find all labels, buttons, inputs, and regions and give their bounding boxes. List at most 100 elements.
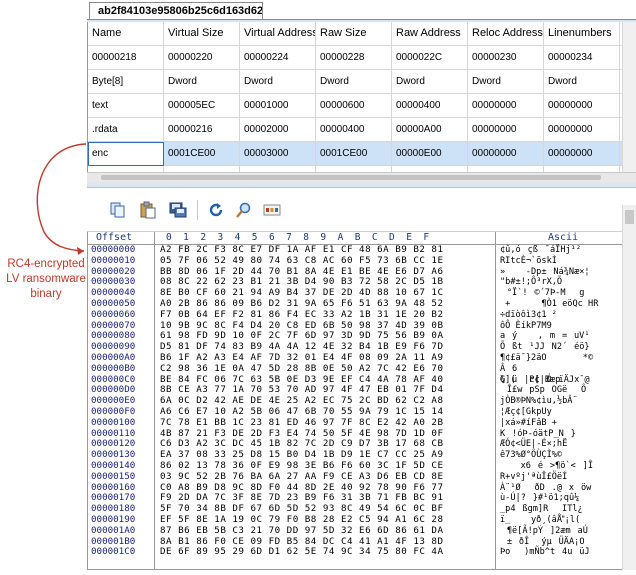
hex-bytes[interactable]: 05 7F 06 52 49 80 74 63 C8 AC 60 F5 73 6…	[160, 256, 443, 267]
hex-ascii[interactable]: °Ï`!©´7Þ-Mg	[500, 288, 591, 299]
table-offset-row[interactable]: 00000218 00000220 00000224 00000228 0000022C…	[88, 46, 636, 70]
table-cell[interactable]: 0001CE00	[316, 142, 392, 166]
table-cell[interactable]: Name	[88, 22, 164, 46]
hex-row[interactable]: 000001C0 DE 6F 89 95 29 6D D1 62 5E 74 9C…	[88, 547, 623, 558]
hex-ascii[interactable]: ê73%Ø°ÔÙ ÇÌ%©	[500, 450, 562, 461]
hex-ascii[interactable]: |xá» #íFâB +	[500, 418, 557, 429]
table-cell[interactable]: 00000000	[544, 142, 620, 166]
refresh-icon[interactable]	[207, 201, 225, 219]
table-cell[interactable]: 00000230	[468, 46, 544, 70]
table-cell[interactable]: 0001CE00	[164, 142, 240, 166]
hex-row[interactable]: 000001A0 87 B6 EB 5B C3 21 70 DD 97 5D 32…	[88, 526, 623, 537]
hex-ascii[interactable]: Õßt¹JJN2´éö}	[500, 342, 590, 353]
hex-ascii[interactable]: » -Dp±Ná¾Næ×¦	[500, 267, 590, 278]
hex-bytes[interactable]: 03 9C 52 2B 76 BA 6A 27 AA F9 CE A3 D6 E…	[160, 472, 443, 483]
table-cell[interactable]: Virtual Size	[164, 22, 240, 46]
table-cell[interactable]: 00001000	[240, 94, 316, 118]
hex-bytes[interactable]: F7 0B 64 EF F2 81 86 F4 EC 33 A2 1B 31 1…	[160, 310, 443, 321]
hex-row[interactable]: 00000010 05 7F 06 52 49 80 74 63 C8 AC 60…	[88, 256, 623, 267]
table-vertical-scrollbar[interactable]	[622, 22, 636, 172]
hex-row[interactable]: 000000B0 C2 98 36 1E 0A 47 5D 28 8B 0E 50…	[88, 364, 623, 375]
table-cell[interactable]: Dword	[392, 70, 468, 94]
table-cell[interactable]: 00000000	[468, 118, 544, 142]
hex-ascii[interactable]: Þo)mÑb^t4uüJ	[500, 547, 590, 558]
hex-ascii[interactable]: ¢û,óçß¯áÏHj¹²	[500, 245, 588, 256]
table-row[interactable]: text 000005EC 00001000 00000600 00000400 0000…	[88, 94, 636, 118]
table-cell[interactable]: Dword	[240, 70, 316, 94]
table-cell[interactable]: 00000400	[392, 94, 468, 118]
table-row[interactable]: enc 0001CE00 00003000 0001CE00 00000E00 00000…	[88, 142, 636, 166]
table-cell[interactable]: .rdata	[88, 118, 164, 142]
table-cell[interactable]: text	[88, 94, 164, 118]
search-icon[interactable]	[235, 201, 253, 219]
hex-row[interactable]: 00000150 03 9C 52 2B 76 BA 6A 27 AA F9 CE…	[88, 472, 623, 483]
hex-bytes[interactable]: DE 6F 89 95 29 6D D1 62 5E 74 9C 34 75 8…	[160, 547, 443, 558]
table-cell[interactable]: 00000A00	[392, 118, 468, 142]
hex-ascii[interactable]: x6é>¶ö`< ]Î	[500, 461, 593, 472]
hex-ascii[interactable]: ù-Ú|?}#¹ö1;qû¼	[500, 493, 586, 504]
hex-ascii[interactable]: ÆÓ¢<ÜE|-É×;hË	[500, 439, 567, 450]
hex-ascii[interactable]: "b#±!;Ô³rX,Õ	[500, 277, 562, 288]
hex-ascii[interactable]: ¾ü|c[ÓïÄJx¯@	[500, 375, 590, 386]
scrollbar-thumb[interactable]	[625, 210, 634, 224]
hex-row[interactable]: 00000060 F7 0B 64 EF F2 81 86 F4 EC 33 A2…	[88, 310, 623, 321]
table-cell[interactable]: Raw Size	[316, 22, 392, 46]
hex-bytes[interactable]: C2 98 36 1E 0A 47 5D 28 8B 0E 50 A2 7C 4…	[160, 364, 443, 375]
hex-ascii[interactable]: À¨¹ØðD.@xöw	[500, 483, 591, 494]
table-header-row[interactable]: Name Virtual Size Virtual Address Raw Size R…	[88, 22, 636, 46]
table-cell[interactable]: Raw Address	[392, 22, 468, 46]
table-type-row[interactable]: Byte[8]DwordDwordDwordDwordDwordDwordWo	[88, 70, 636, 94]
table-cell[interactable]: 00000220	[164, 46, 240, 70]
hex-ascii[interactable]: + ¶Ò1eöQcHR	[500, 299, 598, 310]
hex-ascii[interactable]: j ÒB®ÞN%¢ìu,½bÂ¨	[500, 396, 578, 407]
table-cell[interactable]: 00000E00	[392, 142, 468, 166]
table-cell[interactable]: 00000228	[316, 46, 392, 70]
table-cell[interactable]: Dword	[164, 70, 240, 94]
table-cell[interactable]: 00000218	[88, 46, 164, 70]
hex-ascii[interactable]: ÷ dïòôì3¢1 ²	[500, 310, 557, 321]
table-cell[interactable]: 00000000	[544, 118, 620, 142]
hex-vertical-scrollbar[interactable]	[622, 205, 636, 570]
hex-ascii[interactable]: ¦Æç¢[GkpUy 	[500, 407, 552, 418]
table-cell[interactable]: Dword	[468, 70, 544, 94]
paste-icon[interactable]	[139, 201, 157, 219]
hex-bytes[interactable]: 7C 78 E1 BB 1C 23 81 ED 46 97 7F 8C E2 4…	[160, 418, 443, 429]
hex-ascii[interactable]: ¶ ¢£ä¯}2äO *©	[500, 353, 593, 364]
hex-view[interactable]: Offset 0 1 2 3 4 5 6 7 8 9 A B C D E F A…	[87, 232, 622, 570]
table-cell[interactable]: 00000000	[468, 142, 544, 166]
hex-ascii[interactable]: K!óÞ-óätP_N} 	[500, 429, 590, 440]
hex-ascii[interactable]: R+vºj'ªùÎ£ÖëÍ	[500, 472, 567, 483]
scrollbar-thumb[interactable]	[101, 175, 601, 180]
table-cell[interactable]: 00000224	[240, 46, 316, 70]
hex-ascii[interactable]: RItcÈ¬`õskÌ	[500, 256, 557, 267]
file-tab[interactable]: ab2f84103e95806b25c6d163d6210	[89, 2, 263, 20]
copy-icon[interactable]	[109, 201, 127, 219]
hex-ascii[interactable]: _p4ßgm]RITl ¿	[500, 504, 583, 515]
table-cell[interactable]: Reloc Address	[468, 22, 544, 46]
table-horizontal-scrollbar[interactable]	[87, 172, 636, 182]
hex-ascii[interactable]: ôÔ ÈíkP7M9	[500, 321, 552, 332]
table-cell[interactable]: 00000600	[316, 94, 392, 118]
hex-row[interactable]: 00000100 7C 78 E1 BB 1C 23 81 ED 46 97 7F…	[88, 418, 623, 429]
table-cell[interactable]: 0000022C	[392, 46, 468, 70]
table-cell[interactable]: Dword	[316, 70, 392, 94]
table-cell[interactable]: 00000000	[544, 94, 620, 118]
hex-ascii[interactable]: ¶ë[Ã!pÝ]2æmaÚ	[500, 526, 588, 537]
table-row[interactable]: .rdata 00000216 00002000 00000400 00000A00 00…	[88, 118, 636, 142]
table-cell[interactable]: 00000000	[468, 94, 544, 118]
table-cell[interactable]: 000005EC	[164, 94, 240, 118]
table-cell[interactable]: enc	[88, 142, 164, 166]
table-cell[interactable]: 00000234	[544, 46, 620, 70]
hex-ascii[interactable]: aý,m=uV¹	[500, 331, 590, 342]
section-table[interactable]: Name Virtual Size Virtual Address Raw Size R…	[87, 22, 636, 172]
save-icon[interactable]	[169, 201, 187, 219]
table-cell[interactable]: Byte[8]	[88, 70, 164, 94]
hex-bytes[interactable]: 87 B6 EB 5B C3 21 70 DD 97 5D 32 E6 6D 8…	[160, 526, 443, 537]
table-cell[interactable]: Virtual Address	[240, 22, 316, 46]
hex-ascii[interactable]: ï_ yð¸(âÅ¡l(	[500, 515, 580, 526]
table-cell[interactable]: Dword	[544, 70, 620, 94]
table-cell[interactable]: 00003000	[240, 142, 316, 166]
hex-icon[interactable]	[263, 201, 281, 219]
table-cell[interactable]: Linenumbers	[544, 22, 620, 46]
hex-ascii[interactable]: ±ðÎ ýµÜÄA¡O	[500, 537, 598, 548]
